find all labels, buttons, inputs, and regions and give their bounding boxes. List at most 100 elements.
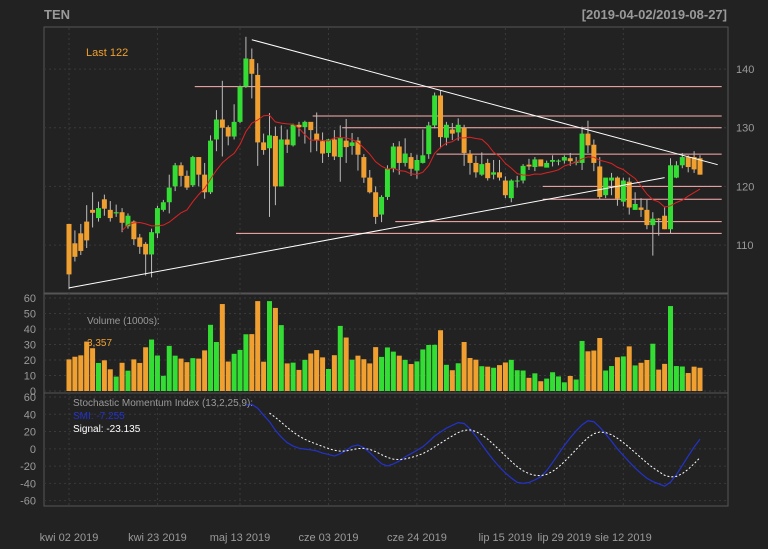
- candle-body: [90, 209, 96, 213]
- candle-body: [408, 157, 414, 169]
- volume-bar: [673, 366, 679, 391]
- volume-bar: [614, 357, 620, 391]
- volume-bar: [95, 362, 101, 391]
- volume-bar: [685, 373, 691, 391]
- candle-body: [626, 181, 632, 208]
- candle-body: [656, 218, 662, 220]
- smi-tick-label: -20: [20, 461, 36, 473]
- volume-bar: [249, 334, 255, 391]
- volume-bar: [261, 361, 267, 391]
- volume-bar: [461, 342, 467, 391]
- candle-body: [473, 162, 479, 173]
- volume-bar: [72, 356, 78, 391]
- volume-bar: [467, 357, 473, 391]
- candle-body: [172, 165, 178, 187]
- signal-value-label: Signal: -23.135: [73, 424, 141, 435]
- candle-body: [107, 209, 113, 219]
- candle-body: [290, 124, 296, 146]
- volume-bar: [514, 370, 520, 391]
- volume-bar: [438, 330, 444, 391]
- candle-body: [143, 243, 149, 255]
- candle-body: [561, 157, 567, 161]
- candle-body: [597, 166, 603, 197]
- volume-bar: [662, 363, 668, 391]
- volume-bar: [237, 349, 243, 391]
- volume-bar: [231, 353, 237, 391]
- candle-body: [196, 157, 202, 175]
- volume-bars: [66, 301, 703, 391]
- grid-lines: [44, 28, 728, 505]
- x-tick-label: kwi 02 2019: [40, 532, 99, 544]
- volume-bar: [538, 381, 544, 391]
- candle-body: [237, 86, 243, 122]
- volume-bar: [284, 363, 290, 391]
- candle-body: [349, 142, 355, 146]
- volume-bar: [650, 343, 656, 391]
- candle-body: [66, 223, 72, 275]
- volume-bar: [373, 347, 379, 391]
- candle-body: [438, 95, 444, 138]
- x-tick-label: kwi 23 2019: [128, 532, 187, 544]
- volume-bar: [479, 366, 485, 391]
- candle-body: [467, 153, 473, 163]
- candle-body: [225, 127, 231, 137]
- candle-body: [208, 140, 214, 193]
- candle-body: [190, 157, 196, 186]
- candle-body: [591, 144, 597, 163]
- x-tick-label: cze 24 2019: [387, 532, 447, 544]
- candle-body: [461, 127, 467, 153]
- last-price-label: Last 122: [86, 47, 128, 59]
- volume-bar: [526, 377, 532, 391]
- candle-body: [213, 119, 219, 140]
- volume-bar: [166, 345, 172, 391]
- candle-body: [361, 157, 367, 178]
- volume-bar: [573, 379, 579, 391]
- volume-bar: [208, 324, 214, 391]
- volume-bar: [455, 363, 461, 391]
- volume-tick-label: 40: [24, 324, 36, 336]
- candle-body: [544, 162, 550, 168]
- volume-bar: [603, 370, 609, 391]
- volume-bar: [66, 359, 72, 391]
- volume-bar: [379, 356, 385, 391]
- candle-body: [443, 124, 449, 138]
- smi-panel-frame: [43, 392, 729, 507]
- candle-body: [679, 157, 685, 166]
- price-tick-label: 140: [736, 64, 754, 76]
- candle-body: [432, 95, 438, 126]
- volume-bar: [502, 362, 508, 391]
- volume-bar: [361, 359, 367, 391]
- candle-body: [685, 157, 691, 168]
- candle-body: [278, 139, 284, 187]
- volume-bar: [626, 346, 632, 391]
- volume-bar: [343, 337, 349, 391]
- candle-body: [532, 159, 538, 168]
- candle-body: [131, 221, 137, 240]
- candle-body: [72, 243, 78, 257]
- candle-body: [320, 141, 326, 154]
- candle-body: [496, 172, 502, 178]
- volume-bar: [225, 361, 231, 391]
- volume-bar: [184, 362, 190, 391]
- volume-bar: [638, 362, 644, 391]
- candle-body: [479, 164, 485, 175]
- candle-body: [526, 164, 532, 167]
- candle-body: [402, 153, 408, 163]
- candle-body: [650, 218, 656, 226]
- candle-body: [414, 160, 420, 171]
- volume-bar: [302, 359, 308, 391]
- candle-body: [638, 207, 644, 210]
- volume-tick-label: 30: [24, 340, 36, 352]
- volume-bar: [579, 340, 585, 391]
- candle-body: [261, 142, 267, 151]
- volume-bar: [679, 366, 685, 391]
- candle-body: [325, 139, 331, 153]
- candle-body: [331, 139, 337, 157]
- volume-bar: [520, 370, 526, 391]
- candle-body: [455, 124, 461, 133]
- candle-body: [609, 177, 615, 181]
- candle-body: [644, 209, 650, 226]
- volume-bar: [697, 367, 703, 391]
- candle-body: [284, 139, 290, 145]
- smi-line: [245, 403, 701, 487]
